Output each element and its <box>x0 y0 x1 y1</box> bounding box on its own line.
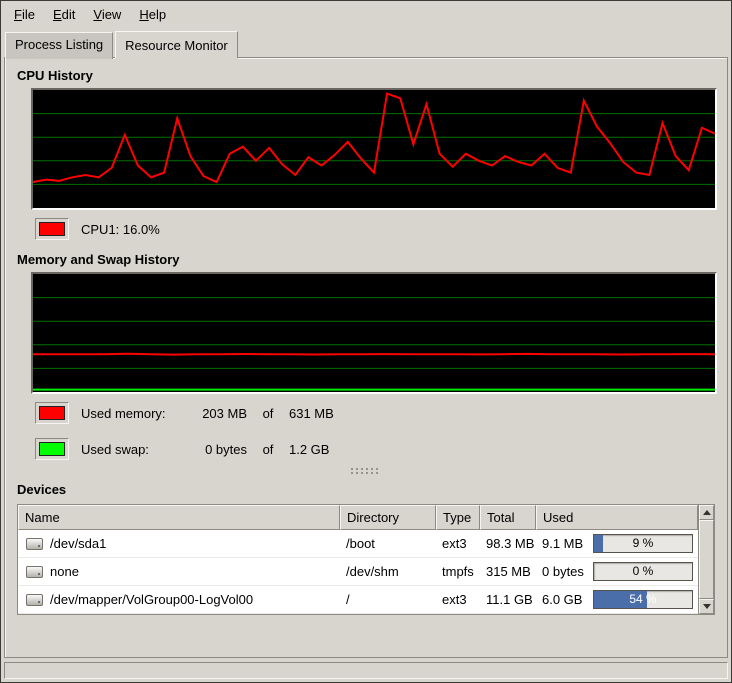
device-name: none <box>50 564 79 579</box>
device-name: /dev/mapper/VolGroup00-LogVol00 <box>50 592 253 607</box>
tab-resource-monitor[interactable]: Resource Monitor <box>115 31 238 58</box>
tab-process-listing[interactable]: Process Listing <box>5 32 113 59</box>
cpu-legend-swatch-frame <box>35 218 69 240</box>
device-directory-cell: / <box>340 592 436 607</box>
menu-edit[interactable]: Edit <box>44 3 84 26</box>
device-type-cell: tmpfs <box>436 564 480 579</box>
memory-legend-swatch <box>39 406 65 420</box>
column-header-total[interactable]: Total <box>480 505 536 530</box>
cpu-legend-label: CPU1: 16.0% <box>81 222 160 237</box>
devices-area: Name Directory Type Total Used /dev/sda1… <box>17 504 715 615</box>
usage-percent-label: 0 % <box>594 563 692 580</box>
swap-legend: Used swap: 0 bytes of 1.2 GB <box>35 438 717 460</box>
device-used-value: 9.1 MB <box>542 536 587 551</box>
device-used-cell: 9.1 MB 9 % <box>536 534 698 553</box>
grip-dots <box>351 472 381 474</box>
scroll-up-button[interactable] <box>699 505 714 520</box>
device-type-cell: ext3 <box>436 536 480 551</box>
usage-percent-label: 9 % <box>594 535 692 552</box>
column-header-type[interactable]: Type <box>436 505 480 530</box>
table-row[interactable]: none/dev/shmtmpfs315 MB 0 bytes 0 % <box>18 558 698 586</box>
memory-used-value: 203 MB <box>189 406 247 421</box>
memory-legend-swatch-frame <box>35 402 69 424</box>
memory-total-value: 631 MB <box>289 406 334 421</box>
device-used-value: 0 bytes <box>542 564 587 579</box>
device-used-cell: 6.0 GB 54 % <box>536 590 698 609</box>
tab-bar: Process Listing Resource Monitor <box>1 28 731 57</box>
swap-of-text: of <box>259 442 277 457</box>
memory-legend: Used memory: 203 MB of 631 MB <box>35 402 717 424</box>
device-type-cell: ext3 <box>436 592 480 607</box>
device-name: /dev/sda1 <box>50 536 106 551</box>
device-name-cell: /dev/mapper/VolGroup00-LogVol00 <box>18 592 340 607</box>
menu-bar: FileEditViewHelp <box>1 1 731 28</box>
memory-history-title: Memory and Swap History <box>17 252 715 267</box>
devices-table-header: Name Directory Type Total Used <box>18 505 698 530</box>
cpu-legend-swatch <box>39 222 65 236</box>
cpu-legend: CPU1: 16.0% <box>35 218 717 240</box>
device-total-cell: 315 MB <box>480 564 536 579</box>
device-total-cell: 98.3 MB <box>480 536 536 551</box>
grip-dots <box>351 468 381 470</box>
device-used-value: 6.0 GB <box>542 592 587 607</box>
system-monitor-window: FileEditViewHelp Process Listing Resourc… <box>0 0 732 683</box>
cpu-history-title: CPU History <box>17 68 715 83</box>
column-header-name[interactable]: Name <box>18 505 340 530</box>
device-name-cell: none <box>18 564 340 579</box>
swap-legend-swatch-frame <box>35 438 69 460</box>
device-directory-cell: /dev/shm <box>340 564 436 579</box>
column-header-directory[interactable]: Directory <box>340 505 436 530</box>
scrollbar-thumb[interactable] <box>699 520 714 599</box>
swap-used-value: 0 bytes <box>189 442 247 457</box>
table-row[interactable]: /dev/sda1/bootext398.3 MB 9.1 MB 9 % <box>18 530 698 558</box>
devices-scrollbar[interactable] <box>699 504 715 615</box>
usage-progress-bar: 54 % <box>593 590 693 609</box>
scroll-down-button[interactable] <box>699 599 714 614</box>
arrow-down-icon <box>703 604 711 609</box>
column-header-used[interactable]: Used <box>536 505 698 530</box>
cpu-chart-svg <box>33 90 715 208</box>
devices-table-body: /dev/sda1/bootext398.3 MB9.1 MB9 %none/d… <box>18 530 698 614</box>
devices-table: Name Directory Type Total Used /dev/sda1… <box>17 504 699 615</box>
device-name-cell: /dev/sda1 <box>18 536 340 551</box>
menu-view[interactable]: View <box>84 3 130 26</box>
usage-progress-bar: 9 % <box>593 534 693 553</box>
usage-progress-bar: 0 % <box>593 562 693 581</box>
swap-total-value: 1.2 GB <box>289 442 329 457</box>
memory-of-text: of <box>259 406 277 421</box>
memory-chart-svg <box>33 274 715 392</box>
drive-icon <box>26 538 43 550</box>
device-total-cell: 11.1 GB <box>480 592 536 607</box>
menu-help[interactable]: Help <box>130 3 175 26</box>
cpu-history-chart <box>31 88 717 210</box>
resource-monitor-panel: CPU History CPU1: 16.0% Memory and Swap … <box>4 57 728 658</box>
menu-file[interactable]: File <box>5 3 44 26</box>
swap-legend-label: Used swap: <box>81 442 177 457</box>
device-used-cell: 0 bytes 0 % <box>536 562 698 581</box>
arrow-up-icon <box>703 510 711 515</box>
table-row[interactable]: /dev/mapper/VolGroup00-LogVol00 /ext311.1… <box>18 586 698 614</box>
pane-resize-handle[interactable] <box>15 466 717 476</box>
drive-icon <box>26 594 43 606</box>
swap-legend-swatch <box>39 442 65 456</box>
device-directory-cell: /boot <box>340 536 436 551</box>
drive-icon <box>26 566 43 578</box>
usage-percent-label: 54 % <box>594 591 692 608</box>
memory-legend-label: Used memory: <box>81 406 177 421</box>
devices-title: Devices <box>17 482 715 497</box>
status-bar <box>4 662 728 679</box>
memory-swap-chart <box>31 272 717 394</box>
